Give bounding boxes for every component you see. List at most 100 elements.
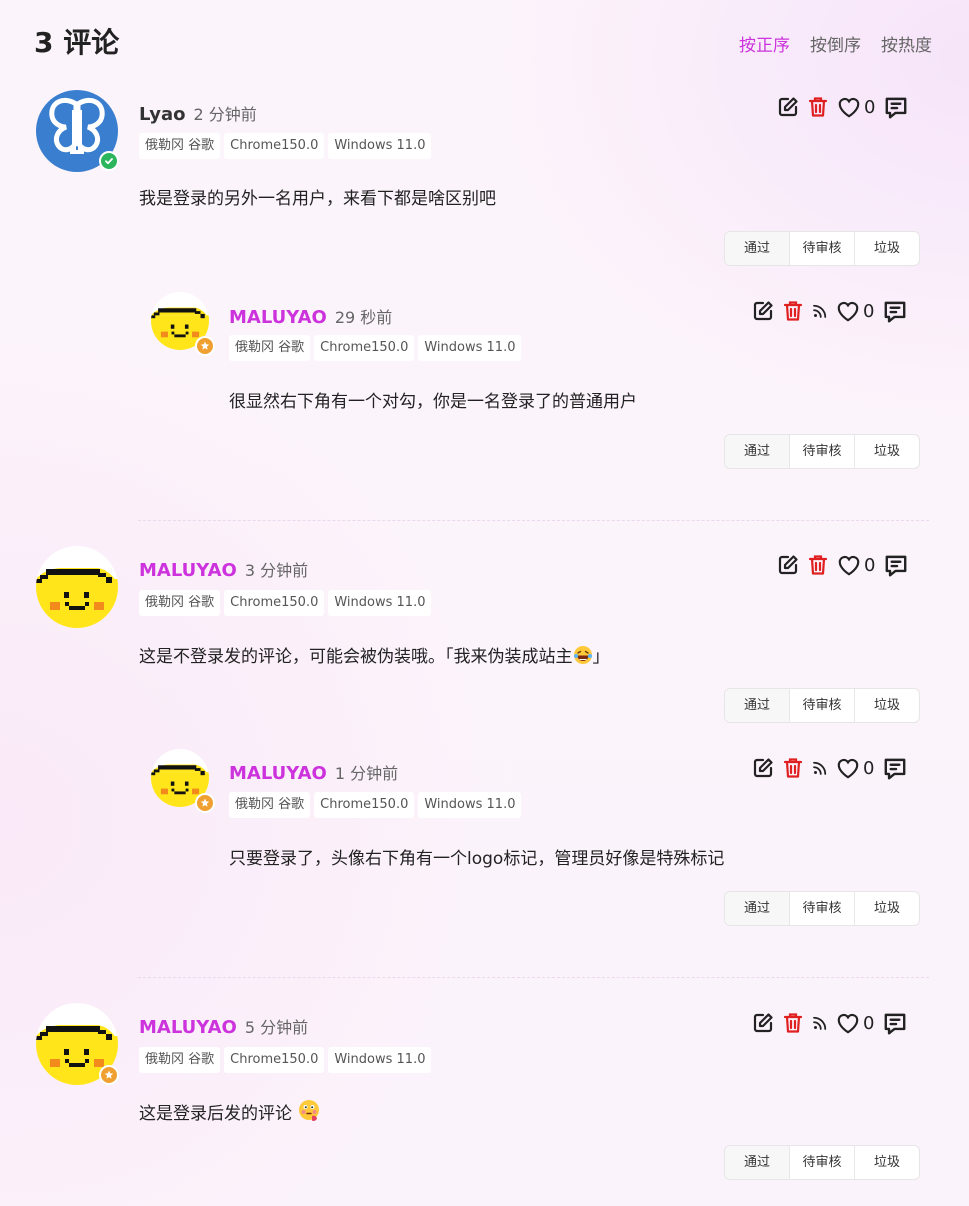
spam-button[interactable]: 垃圾 xyxy=(854,689,919,722)
user-agent-tags: 俄勒冈 谷歌 Chrome150.0 Windows 11.0 xyxy=(139,590,432,616)
comment-content: 只要登录了，头像右下角有一个logo标记，管理员好像是特殊标记 xyxy=(229,849,725,869)
comment-content: 我是登录的另外一名用户，来看下都是啥区别吧 xyxy=(139,189,496,209)
edit-icon[interactable] xyxy=(776,95,800,119)
browser-tag: Chrome150.0 xyxy=(314,792,415,818)
moderation-buttons: 通过 待审核 垃圾 xyxy=(724,1145,920,1180)
sort-ascending-button[interactable]: 按正序 xyxy=(739,31,790,56)
edit-icon[interactable] xyxy=(751,1011,775,1035)
comment-actions: 0 xyxy=(776,552,909,578)
comment-time: 1 分钟前 xyxy=(334,764,399,783)
comment-time: 29 秒前 xyxy=(334,308,393,327)
admin-star-icon xyxy=(195,336,215,356)
delete-icon[interactable] xyxy=(781,756,805,780)
os-tag: Windows 11.0 xyxy=(418,335,522,361)
comment-content: 这是不登录发的评论，可能会被伪装哦。「我来伪装成站主」 xyxy=(139,642,610,667)
browser-tag: Chrome150.0 xyxy=(224,1047,325,1073)
pending-button[interactable]: 待审核 xyxy=(789,232,854,265)
user-agent-tags: 俄勒冈 谷歌 Chrome150.0 Windows 11.0 xyxy=(139,133,432,159)
user-agent-tags: 俄勒冈 谷歌 Chrome150.0 Windows 11.0 xyxy=(229,792,522,818)
reply-icon[interactable] xyxy=(882,298,908,324)
reply-icon[interactable] xyxy=(882,1010,908,1036)
edit-icon[interactable] xyxy=(751,299,775,323)
author-name[interactable]: MALUYAO xyxy=(229,307,327,328)
like-count: 0 xyxy=(863,300,875,322)
delete-icon[interactable] xyxy=(806,95,830,119)
comment-actions: 0 xyxy=(751,755,908,781)
spam-button[interactable]: 垃圾 xyxy=(854,1146,919,1179)
reply-icon[interactable] xyxy=(882,755,908,781)
approve-button[interactable]: 通过 xyxy=(725,232,789,265)
moderation-buttons: 通过 待审核 垃圾 xyxy=(724,434,920,469)
spam-button[interactable]: 垃圾 xyxy=(854,232,919,265)
heart-icon[interactable] xyxy=(836,552,862,578)
moderation-buttons: 通过 待审核 垃圾 xyxy=(724,688,920,723)
sort-hot-button[interactable]: 按热度 xyxy=(881,31,932,56)
rss-icon[interactable] xyxy=(811,1014,829,1032)
delete-icon[interactable] xyxy=(781,1011,805,1035)
delete-icon[interactable] xyxy=(781,299,805,323)
heart-icon[interactable] xyxy=(836,94,862,120)
os-tag: Windows 11.0 xyxy=(328,133,432,159)
approve-button[interactable]: 通过 xyxy=(725,689,789,722)
approve-button[interactable]: 通过 xyxy=(725,435,789,468)
drooling-face-emoji-icon xyxy=(299,1100,320,1121)
heart-icon[interactable] xyxy=(835,1010,861,1036)
heart-icon[interactable] xyxy=(835,298,861,324)
location-tag: 俄勒冈 谷歌 xyxy=(229,335,311,361)
reply-icon[interactable] xyxy=(883,94,909,120)
comment-text-end: 」 xyxy=(592,647,610,667)
pixel-face-avatar-icon xyxy=(36,546,118,628)
comments-count-title: 3 评论 xyxy=(34,26,120,59)
heart-icon[interactable] xyxy=(835,755,861,781)
reply-icon[interactable] xyxy=(883,552,909,578)
spam-button[interactable]: 垃圾 xyxy=(854,435,919,468)
comment-divider xyxy=(138,520,929,521)
os-tag: Windows 11.0 xyxy=(328,590,432,616)
author-name[interactable]: Lyao xyxy=(139,104,186,125)
os-tag: Windows 11.0 xyxy=(418,792,522,818)
os-tag: Windows 11.0 xyxy=(328,1047,432,1073)
edit-icon[interactable] xyxy=(776,553,800,577)
comment-author: MALUYAO 29 秒前 xyxy=(229,304,392,328)
pending-button[interactable]: 待审核 xyxy=(789,1146,854,1179)
comment-time: 5 分钟前 xyxy=(244,1018,309,1037)
pending-button[interactable]: 待审核 xyxy=(789,435,854,468)
approve-button[interactable]: 通过 xyxy=(725,1146,789,1179)
author-name[interactable]: MALUYAO xyxy=(139,560,237,581)
comment-author: Lyao 2 分钟前 xyxy=(139,101,257,125)
comment-actions: 0 xyxy=(751,298,908,324)
edit-icon[interactable] xyxy=(751,756,775,780)
author-name[interactable]: MALUYAO xyxy=(229,763,327,784)
spam-button[interactable]: 垃圾 xyxy=(854,892,919,925)
delete-icon[interactable] xyxy=(806,553,830,577)
avatar[interactable] xyxy=(36,546,118,628)
comment-content: 很显然右下角有一个对勾，你是一名登录了的普通用户 xyxy=(229,392,637,412)
comment-divider xyxy=(138,977,929,978)
comment-text: 这是登录后发的评论 xyxy=(139,1104,292,1124)
comment-time: 2 分钟前 xyxy=(193,105,257,124)
like-count: 0 xyxy=(863,1012,875,1034)
comment-author: MALUYAO 5 分钟前 xyxy=(139,1014,308,1038)
sort-descending-button[interactable]: 按倒序 xyxy=(810,31,861,56)
comment-actions: 0 xyxy=(776,94,909,120)
browser-tag: Chrome150.0 xyxy=(224,590,325,616)
rss-icon[interactable] xyxy=(811,759,829,777)
rss-icon[interactable] xyxy=(811,302,829,320)
comment-content: 这是登录后发的评论 xyxy=(139,1098,321,1124)
admin-star-icon xyxy=(195,793,215,813)
pending-button[interactable]: 待审核 xyxy=(789,892,854,925)
comment-author: MALUYAO 3 分钟前 xyxy=(139,557,308,581)
moderation-buttons: 通过 待审核 垃圾 xyxy=(724,891,920,926)
comment-time: 3 分钟前 xyxy=(244,561,309,580)
like-count: 0 xyxy=(863,757,875,779)
comment-actions: 0 xyxy=(751,1010,908,1036)
like-count: 0 xyxy=(864,96,876,118)
admin-star-icon xyxy=(99,1065,119,1085)
location-tag: 俄勒冈 谷歌 xyxy=(139,133,221,159)
approve-button[interactable]: 通过 xyxy=(725,892,789,925)
comment-author: MALUYAO 1 分钟前 xyxy=(229,760,398,784)
like-count: 0 xyxy=(864,554,876,576)
author-name[interactable]: MALUYAO xyxy=(139,1017,237,1038)
pending-button[interactable]: 待审核 xyxy=(789,689,854,722)
location-tag: 俄勒冈 谷歌 xyxy=(139,1047,221,1073)
